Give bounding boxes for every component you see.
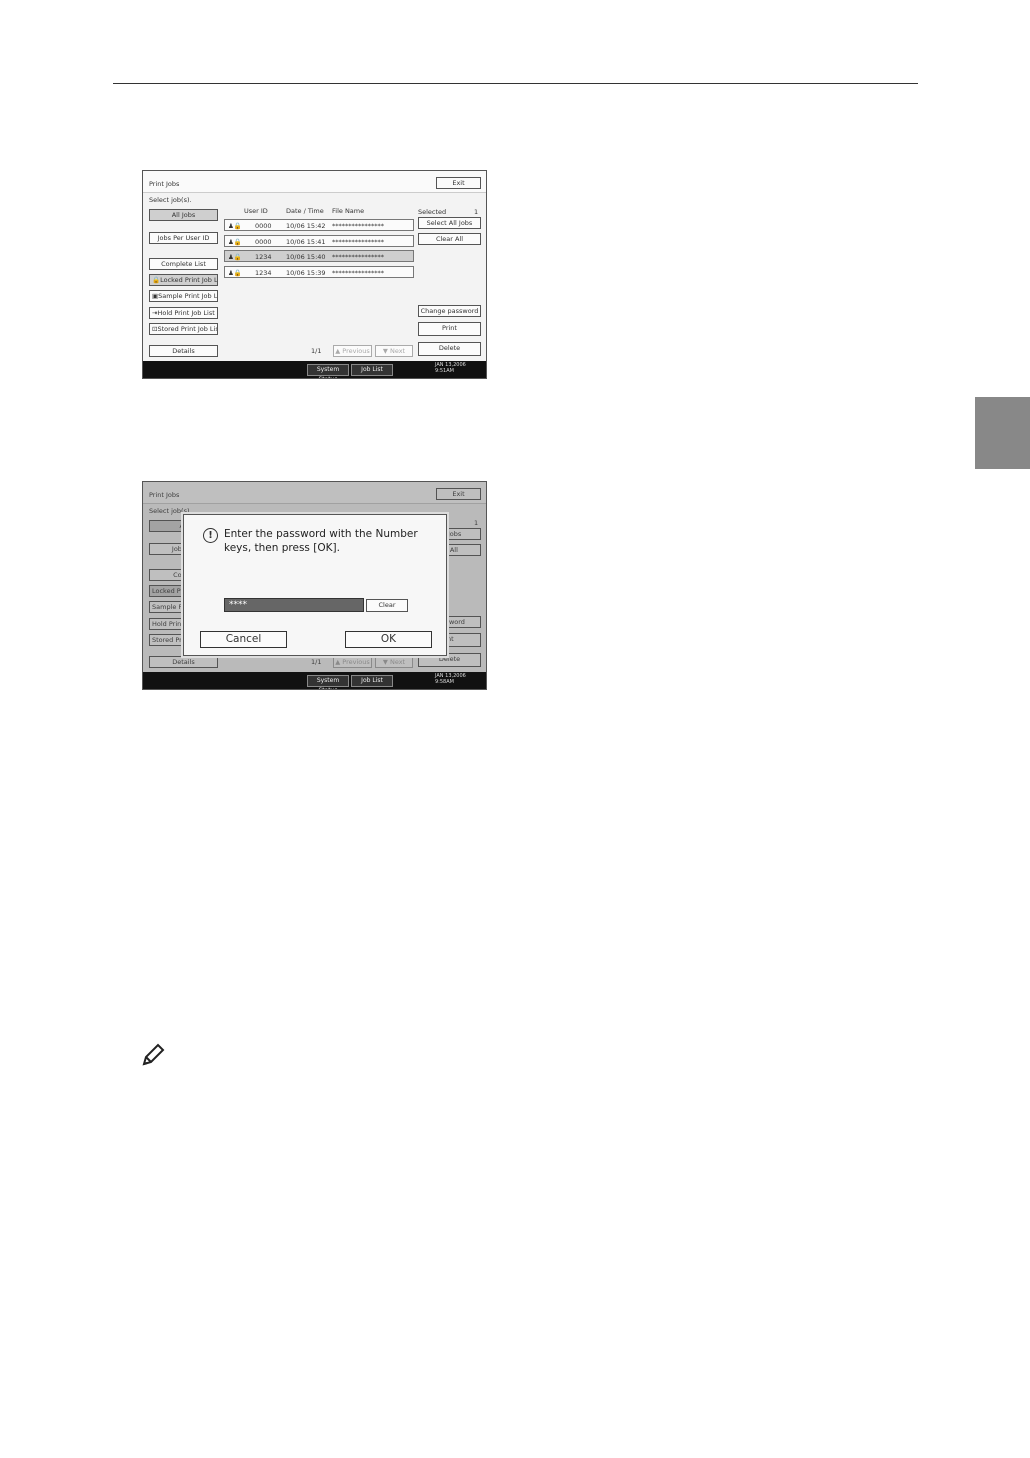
col-user-id: User ID (244, 207, 268, 215)
user-lock-icon: ♟🔒 (228, 222, 242, 230)
job-row[interactable]: ♟🔒 0000 10/06 15:42 **************** (224, 219, 414, 231)
locked-print-job-list-label: Locked Print Job List (160, 276, 218, 284)
user-lock-icon: ♟🔒 (228, 238, 242, 246)
chapter-tab (975, 397, 1030, 469)
hold-print-job-list-button[interactable]: ⇥Hold Print Job List (149, 307, 218, 319)
lock-icon: 🔒 (152, 276, 161, 284)
row-user-id: 1234 (255, 253, 272, 261)
stored-print-job-list-label: Stored Print Job List (157, 325, 218, 333)
all-jobs-button[interactable]: All Jobs (149, 209, 218, 221)
hold-print-job-list-label: Hold Print Job List (157, 309, 215, 317)
row-datetime: 10/06 15:39 (286, 269, 326, 277)
title-bar: Print Jobs Exit (143, 171, 486, 193)
ok-button[interactable]: OK (345, 631, 432, 648)
password-field[interactable]: **** (224, 598, 364, 612)
job-row[interactable]: ♟🔒 1234 10/06 15:39 **************** (224, 266, 414, 278)
status-bar: System Status Job List JAN 13,2006 9:58A… (143, 672, 486, 689)
delete-button[interactable]: Delete (418, 342, 481, 356)
cancel-button[interactable]: Cancel (200, 631, 287, 648)
time-text: 9:51AM (435, 368, 454, 374)
selected-label: Selected (418, 208, 447, 216)
selected-count: 1 (474, 208, 479, 216)
complete-list-button[interactable]: Complete List (149, 258, 218, 270)
exit-button[interactable]: Exit (436, 177, 481, 189)
job-row-selected[interactable]: ♟🔒 1234 10/06 15:40 **************** (224, 250, 414, 262)
user-lock-icon: ♟🔒 (228, 253, 242, 261)
print-jobs-screen: Print Jobs Exit Select job(s). All Jobs … (142, 170, 487, 379)
screen-title: Print Jobs (149, 180, 180, 188)
system-status-button[interactable]: System Status (307, 675, 349, 689)
page-indicator: 1/1 (311, 347, 322, 355)
locked-print-job-list-button[interactable]: 🔒Locked Print Job List (149, 274, 218, 286)
print-button[interactable]: Print (418, 322, 481, 336)
status-bar: System Status Job List JAN 13,2006 9:51A… (143, 361, 486, 378)
previous-button[interactable]: ▲ Previous (333, 345, 372, 357)
dialog-message: Enter the password with the Number keys,… (224, 528, 418, 554)
row-user-id: 0000 (255, 222, 272, 230)
sample-print-job-list-button[interactable]: ▣Sample Print Job List (149, 290, 218, 302)
page-header-rule (113, 83, 918, 84)
row-user-id: 0000 (255, 238, 272, 246)
row-file-name: **************** (332, 222, 384, 230)
password-dialog: ! Enter the password with the Number key… (183, 514, 447, 656)
row-file-name: **************** (332, 253, 384, 261)
job-list-button[interactable]: Job List (351, 364, 393, 376)
date-time-display: JAN 13,2006 9:58AM (435, 673, 466, 685)
clear-all-button[interactable]: Clear All (418, 233, 481, 245)
exclamation-icon: ! (203, 528, 218, 543)
jobs-per-user-id-button[interactable]: Jobs Per User ID (149, 232, 218, 244)
stored-print-job-list-button[interactable]: ⊡Stored Print Job List (149, 323, 218, 335)
row-user-id: 1234 (255, 269, 272, 277)
user-lock-icon: ♟🔒 (228, 269, 242, 277)
select-all-jobs-button[interactable]: Select All Jobs (418, 217, 481, 229)
col-date-time: Date / Time (286, 207, 324, 215)
row-datetime: 10/06 15:41 (286, 238, 326, 246)
change-password-button[interactable]: Change password (418, 305, 481, 317)
row-datetime: 10/06 15:42 (286, 222, 326, 230)
note-pencil-icon (142, 1043, 165, 1066)
row-file-name: **************** (332, 269, 384, 277)
row-datetime: 10/06 15:40 (286, 253, 326, 261)
row-file-name: **************** (332, 238, 384, 246)
date-time-display: JAN 13,2006 9:51AM (435, 362, 466, 374)
details-button[interactable]: Details (149, 345, 218, 357)
job-row[interactable]: ♟🔒 0000 10/06 15:41 **************** (224, 235, 414, 247)
time-text: 9:58AM (435, 679, 454, 685)
select-prompt: Select job(s). (149, 196, 192, 204)
job-list-button[interactable]: Job List (351, 675, 393, 687)
clear-button[interactable]: Clear (366, 599, 408, 612)
sample-print-job-list-label: Sample Print Job List (158, 292, 218, 300)
system-status-button[interactable]: System Status (307, 364, 349, 378)
next-button[interactable]: ▼ Next (375, 345, 413, 357)
col-file-name: File Name (332, 207, 365, 215)
print-jobs-password-screen: Print Jobs Exit Select job(s). All Jobs … (142, 481, 487, 690)
